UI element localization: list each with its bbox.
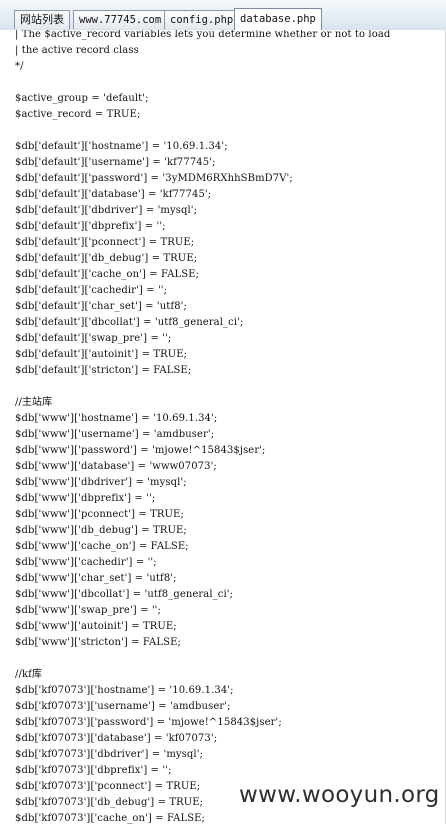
code-line: $db['default']['db_debug'] = TRUE; xyxy=(15,253,198,264)
code-line: $db['default']['dbdriver'] = 'mysql'; xyxy=(15,205,198,216)
code-line: $db['www']['char_set'] = 'utf8'; xyxy=(15,573,177,584)
code-line: | the active record class xyxy=(15,45,139,56)
code-line: | The $active_record variables lets you … xyxy=(15,30,391,40)
tab-config-php[interactable]: config.php xyxy=(164,10,240,29)
tab-www-77745[interactable]: www.77745.com xyxy=(73,10,168,29)
code-line: $db['kf07073']['dbprefix'] = ''; xyxy=(15,765,172,776)
code-line: $db['www']['autoinit'] = TRUE; xyxy=(15,621,177,632)
code-line: $db['www']['stricton'] = FALSE; xyxy=(15,637,181,648)
code-line: $db['kf07073']['password'] = 'mjowe!^158… xyxy=(15,717,282,728)
code-line: $db['default']['cache_on'] = FALSE; xyxy=(15,269,200,280)
code-line: $db['default']['autoinit'] = TRUE; xyxy=(15,349,188,360)
tab-database-php[interactable]: database.php xyxy=(234,8,322,30)
code-line: $db['kf07073']['pconnect'] = TRUE; xyxy=(15,781,201,792)
code-line: $db['www']['swap_pre'] = ''; xyxy=(15,605,162,616)
code-line: $db['default']['pconnect'] = TRUE; xyxy=(15,237,195,248)
code-line: $active_record = TRUE; xyxy=(15,109,141,120)
code-line: $db['default']['database'] = 'kf77745'; xyxy=(15,189,212,200)
watermark: www.wooyun.org xyxy=(239,782,440,808)
code-line: //kf库 xyxy=(15,669,42,680)
code-line: $db['default']['password'] = '3yMDM6RXhh… xyxy=(15,173,293,184)
code-line: $db['www']['username'] = 'amdbuser'; xyxy=(15,429,215,440)
code-line: $db['default']['cachedir'] = ''; xyxy=(15,285,168,296)
code-line: $db['default']['dbprefix'] = ''; xyxy=(15,221,166,232)
tab-site-list[interactable]: 网站列表 xyxy=(14,10,70,29)
code-editor[interactable]: | The $active_record variables lets you … xyxy=(0,30,446,824)
code-line: $db['www']['pconnect'] = TRUE; xyxy=(15,509,184,520)
code-line: $active_group = 'default'; xyxy=(15,93,149,104)
code-line: $db['kf07073']['cache_on'] = FALSE; xyxy=(15,813,206,824)
code-line: $db['kf07073']['dbdriver'] = 'mysql'; xyxy=(15,749,204,760)
code-line: $db['kf07073']['database'] = 'kf07073'; xyxy=(15,733,218,744)
code-line: */ xyxy=(15,61,24,72)
code-line: $db['kf07073']['db_debug'] = TRUE; xyxy=(15,797,204,808)
code-line: $db['kf07073']['hostname'] = '10.69.1.34… xyxy=(15,685,234,696)
code-line: $db['default']['char_set'] = 'utf8'; xyxy=(15,301,187,312)
code-line: $db['kf07073']['username'] = 'amdbuser'; xyxy=(15,701,231,712)
code-line: $db['www']['hostname'] = '10.69.1.34'; xyxy=(15,413,218,424)
code-line: $db['default']['dbcollat'] = 'utf8_gener… xyxy=(15,317,244,328)
code-line: $db['www']['database'] = 'www07073'; xyxy=(15,461,217,472)
code-line: $db['www']['db_debug'] = TRUE; xyxy=(15,525,187,536)
code-line: $db['www']['dbdriver'] = 'mysql'; xyxy=(15,477,187,488)
code-line: $db['www']['cachedir'] = ''; xyxy=(15,557,157,568)
code-line: //主站库 xyxy=(15,397,53,408)
code-line: $db['www']['dbprefix'] = ''; xyxy=(15,493,156,504)
code-line: $db['default']['stricton'] = FALSE; xyxy=(15,365,192,376)
code-line: $db['default']['hostname'] = '10.69.1.34… xyxy=(15,141,228,152)
code-line: $db['www']['cache_on'] = FALSE; xyxy=(15,541,189,552)
tab-bar: 网站列表 www.77745.com config.php database.p… xyxy=(0,0,446,31)
code-line: $db['www']['password'] = 'mjowe!^15843$j… xyxy=(15,445,266,456)
code-line: $db['default']['swap_pre'] = ''; xyxy=(15,333,172,344)
code-line: $db['default']['username'] = 'kf77745'; xyxy=(15,157,216,168)
code-line: $db['www']['dbcollat'] = 'utf8_general_c… xyxy=(15,589,234,600)
